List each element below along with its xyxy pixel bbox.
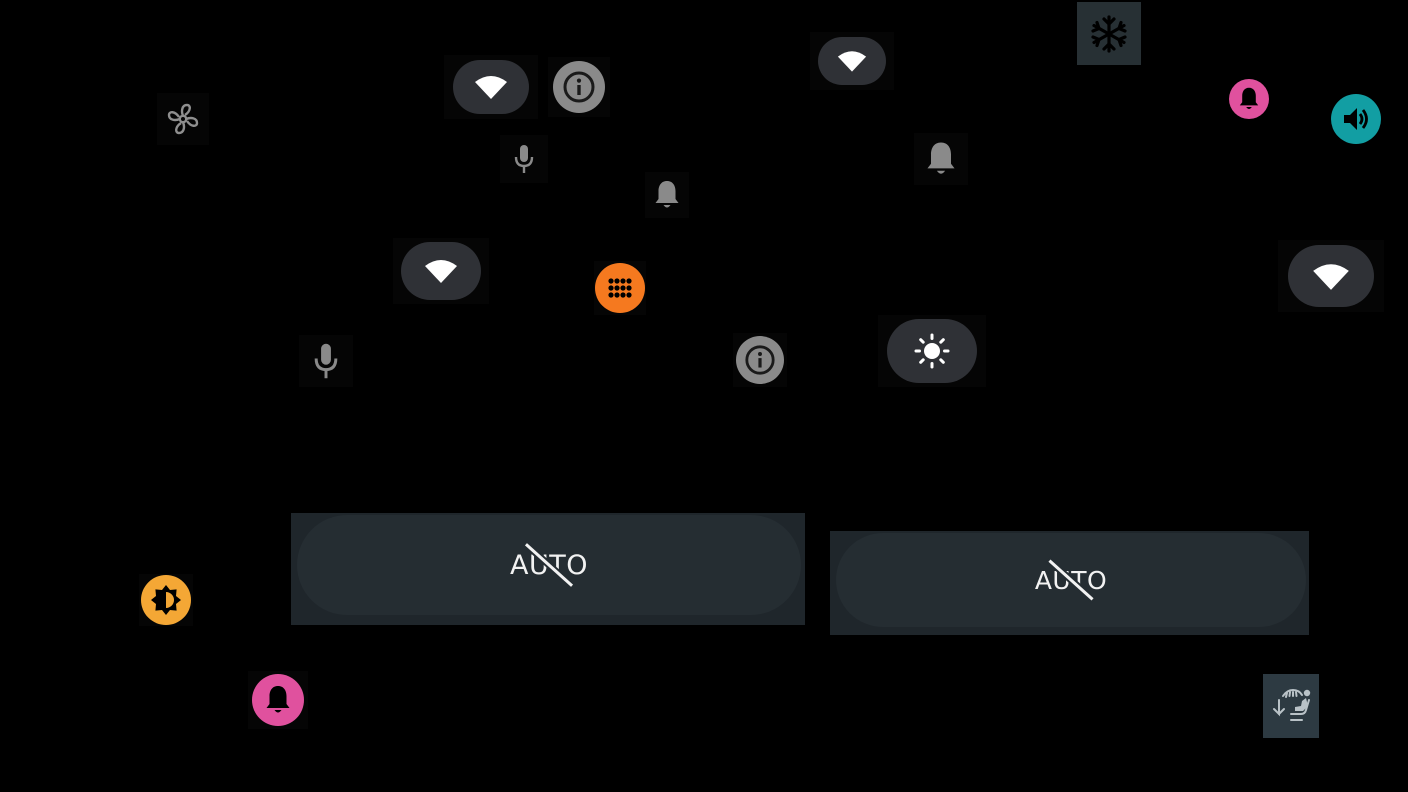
info-icon (562, 70, 596, 104)
mic-icon (310, 341, 342, 381)
wifi-toggle-3[interactable] (393, 238, 489, 304)
wifi-icon (837, 49, 867, 73)
wifi-icon (1312, 262, 1350, 291)
wifi-toggle-1[interactable] (444, 55, 538, 119)
wifi-icon (474, 74, 508, 100)
mic-icon (511, 143, 537, 175)
auto-off-button-2[interactable]: AUTO (836, 533, 1306, 627)
bell-button-1[interactable] (645, 172, 689, 218)
auto-brightness-icon (149, 583, 183, 617)
fan-icon (163, 99, 203, 139)
auto-brightness-circle (141, 575, 191, 625)
wifi-pill (818, 37, 886, 85)
seat-heat-button[interactable] (1263, 674, 1319, 738)
bell-icon (652, 178, 682, 212)
apps-grid-icon (605, 273, 635, 303)
wifi-icon (424, 258, 458, 284)
volume-button[interactable] (1331, 94, 1381, 144)
apps-button[interactable] (594, 261, 646, 315)
mic-button-1[interactable] (500, 135, 548, 183)
wifi-toggle-2[interactable] (810, 32, 894, 90)
brightness-toggle[interactable] (878, 315, 986, 387)
info-circle (553, 61, 605, 113)
bell-button-pink-2[interactable] (248, 671, 308, 729)
mic-button-2[interactable] (299, 335, 353, 387)
bell-pink-circle (252, 674, 304, 726)
brightness-icon (913, 332, 951, 370)
wifi-pill (401, 242, 481, 300)
bell-button-2[interactable] (914, 133, 968, 185)
auto-off-label: AUTO (1035, 559, 1107, 601)
auto-toggle-panel-2: AUTO (830, 531, 1309, 635)
snowflake-icon (1088, 13, 1130, 55)
auto-toggle-panel-1: AUTO (291, 513, 805, 625)
info-button-1[interactable] (548, 57, 610, 117)
bell-icon (263, 683, 293, 717)
info-button-2[interactable] (733, 333, 787, 387)
bell-icon (923, 139, 959, 179)
bell-icon (1237, 85, 1261, 113)
auto-off-button-1[interactable]: AUTO (297, 515, 801, 615)
snowflake-button[interactable] (1077, 2, 1141, 65)
wifi-pill (1288, 245, 1374, 307)
info-icon (744, 344, 776, 376)
wifi-pill (453, 60, 529, 114)
volume-icon (1341, 104, 1371, 134)
wifi-toggle-4[interactable] (1278, 240, 1384, 312)
auto-off-label: AUTO (510, 543, 588, 587)
info-circle (736, 336, 784, 384)
fan-button[interactable] (157, 93, 209, 145)
bell-button-pink-1[interactable] (1229, 79, 1269, 119)
auto-brightness-button[interactable] (139, 574, 193, 626)
seat-heat-icon (1269, 684, 1313, 728)
brightness-pill (887, 319, 977, 383)
apps-circle (595, 263, 645, 313)
